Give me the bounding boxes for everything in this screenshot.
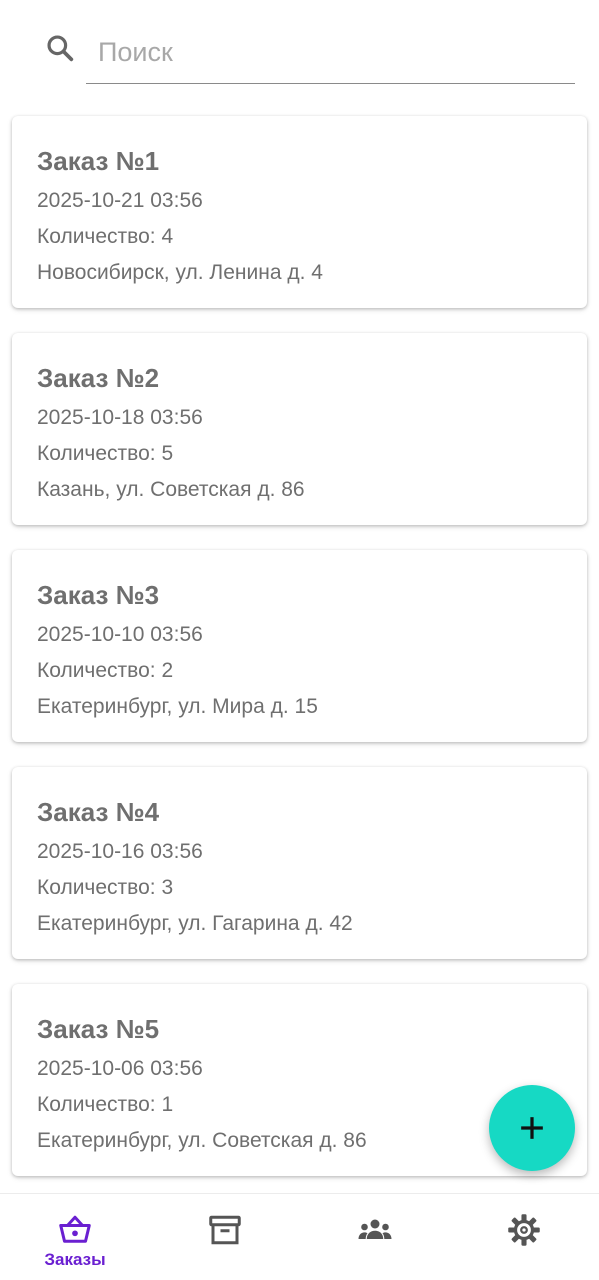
order-title: Заказ №2 bbox=[37, 363, 160, 393]
order-quantity: Количество: 2 bbox=[37, 659, 174, 682]
order-date: 2025-10-18 03:56 bbox=[37, 406, 203, 429]
order-card[interactable]: Заказ №1 2025-10-21 03:56 Количество: 4 … bbox=[12, 116, 587, 308]
order-date: 2025-10-16 03:56 bbox=[37, 840, 203, 863]
nav-item-clients[interactable] bbox=[300, 1194, 450, 1280]
order-address: Екатеринбург, ул. Гагарина д. 42 bbox=[37, 912, 353, 935]
add-order-button[interactable] bbox=[489, 1085, 575, 1171]
search-input[interactable] bbox=[86, 22, 575, 84]
order-quantity: Количество: 5 bbox=[37, 442, 174, 465]
bottom-navigation: Заказы bbox=[0, 1193, 599, 1280]
order-title: Заказ №3 bbox=[37, 580, 160, 610]
order-date: 2025-10-10 03:56 bbox=[37, 623, 203, 646]
nav-item-settings[interactable] bbox=[449, 1194, 599, 1280]
gear-icon bbox=[508, 1214, 540, 1246]
nav-label-orders: Заказы bbox=[44, 1250, 106, 1269]
plus-icon bbox=[521, 1117, 543, 1139]
order-title: Заказ №5 bbox=[37, 1014, 160, 1044]
order-quantity: Количество: 4 bbox=[37, 225, 174, 248]
people-icon bbox=[358, 1219, 392, 1239]
order-address: Казань, ул. Советская д. 86 bbox=[37, 478, 305, 501]
order-date: 2025-10-21 03:56 bbox=[37, 189, 203, 212]
order-title: Заказ №4 bbox=[37, 797, 160, 827]
nav-item-archive[interactable] bbox=[150, 1194, 300, 1280]
nav-item-orders[interactable]: Заказы bbox=[0, 1194, 150, 1280]
order-card[interactable]: Заказ №2 2025-10-18 03:56 Количество: 5 … bbox=[12, 333, 587, 525]
order-address: Екатеринбург, ул. Мира д. 15 bbox=[37, 695, 318, 718]
order-title: Заказ №1 bbox=[37, 146, 160, 176]
order-card[interactable]: Заказ №4 2025-10-16 03:56 Количество: 3 … bbox=[12, 767, 587, 959]
order-quantity: Количество: 3 bbox=[37, 876, 174, 899]
basket-icon bbox=[59, 1215, 91, 1243]
order-date: 2025-10-06 03:56 bbox=[37, 1057, 203, 1080]
orders-screen: Заказ №1 2025-10-21 03:56 Количество: 4 … bbox=[0, 0, 599, 1280]
archive-icon bbox=[209, 1215, 241, 1245]
order-address: Новосибирск, ул. Ленина д. 4 bbox=[37, 261, 323, 284]
search-bar bbox=[0, 0, 599, 100]
search-icon bbox=[47, 35, 74, 62]
order-card[interactable]: Заказ №3 2025-10-10 03:56 Количество: 2 … bbox=[12, 550, 587, 742]
